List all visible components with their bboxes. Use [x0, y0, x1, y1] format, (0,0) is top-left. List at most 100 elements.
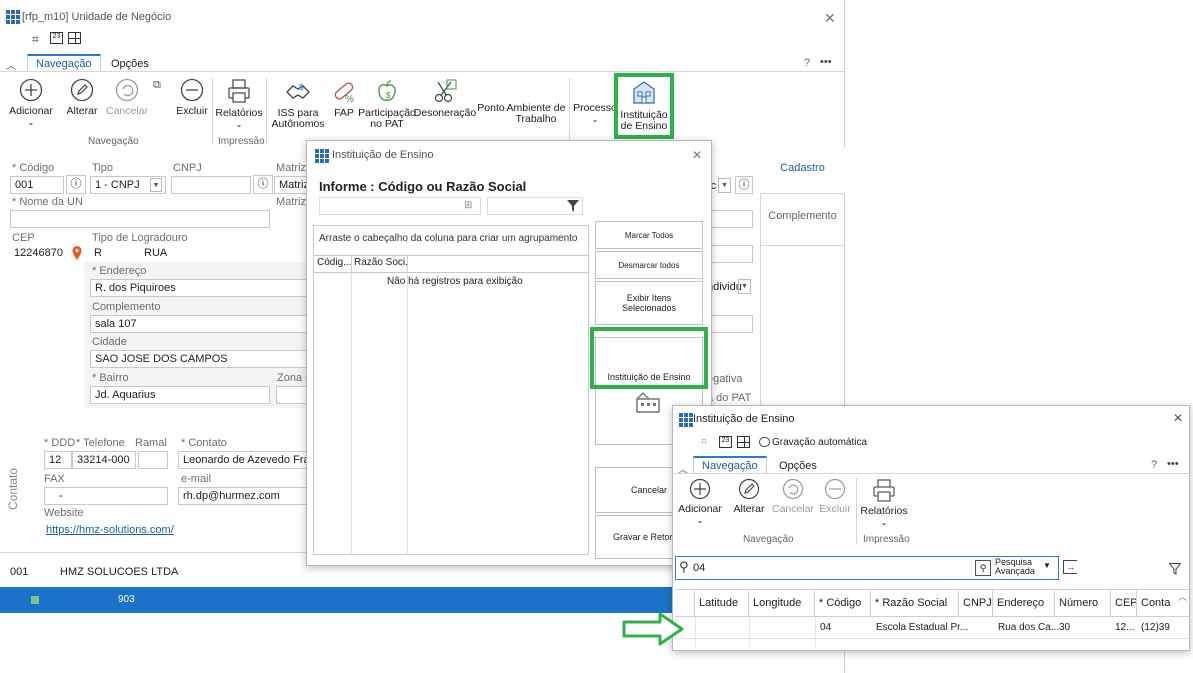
cancelar-button[interactable]: Cancelar — [104, 78, 150, 117]
more-icon[interactable]: ••• — [1167, 458, 1179, 470]
excluir-button[interactable]: Excluir — [815, 478, 855, 515]
autosave-label[interactable]: Gravação automática — [772, 437, 867, 448]
relatorios-button[interactable]: Relatórios ⌄ — [859, 478, 909, 528]
tab-opcoes[interactable]: Opções — [771, 458, 825, 474]
telefone-field[interactable]: 33214-000 — [72, 451, 136, 469]
column-latitude[interactable]: Latitude — [695, 589, 749, 617]
codigo-field[interactable]: 001 — [10, 176, 64, 194]
column-endereco[interactable]: Endereço — [993, 589, 1055, 617]
chevron-down-icon[interactable]: ▼ — [150, 178, 162, 192]
search-code-field[interactable] — [319, 197, 481, 215]
minus-circle-icon — [180, 78, 204, 102]
column-cep[interactable]: CEP — [1111, 589, 1137, 617]
info-icon[interactable]: ⓘ — [253, 175, 273, 194]
close-icon[interactable]: ✕ — [692, 148, 702, 162]
chevron-down-icon[interactable]: ▼ — [738, 279, 751, 294]
marcar-todos-button[interactable]: Marcar Todos — [595, 221, 703, 249]
calendar-icon[interactable]: 23 — [719, 436, 732, 448]
toggle-icon[interactable] — [759, 437, 770, 447]
location-pin-icon[interactable] — [72, 246, 82, 260]
column-contato[interactable]: Conta — [1137, 589, 1177, 617]
column-cnpj[interactable]: CNPJ — [959, 589, 993, 617]
nome-field[interactable] — [10, 210, 270, 228]
grid-row-name[interactable]: HMZ SOLUCOES LTDA — [60, 566, 178, 578]
adicionar-button[interactable]: Adicionar ⌄ — [677, 478, 723, 526]
ambiente-button[interactable]: Ambiente de Trabalho — [506, 103, 566, 125]
column-numero[interactable]: Número — [1055, 589, 1111, 617]
collapse-ribbon-icon[interactable]: ︿ — [6, 57, 16, 72]
undo-circle-icon — [782, 478, 804, 500]
fax-field[interactable]: - — [44, 487, 168, 505]
ponto-button[interactable]: Ponto — [476, 103, 506, 114]
tipo-logradouro-value[interactable]: RUA — [140, 245, 240, 263]
alterar-button[interactable]: Alterar — [729, 478, 769, 515]
exit-icon[interactable]: → — [1063, 560, 1077, 574]
tab-opcoes[interactable]: Opções — [103, 56, 157, 72]
pin-icon[interactable]: ⌗ — [32, 32, 39, 47]
cancelar-button[interactable]: Cancelar — [771, 478, 815, 515]
tab-navegacao[interactable]: Navegação — [693, 456, 767, 474]
tipo-logradouro-code[interactable]: R — [90, 245, 130, 263]
column-codigo[interactable]: Códig... — [315, 255, 352, 273]
desoneracao-button[interactable]: Desoneração — [414, 78, 476, 119]
filter-icon[interactable] — [567, 200, 579, 212]
excluir-button[interactable]: Excluir — [172, 78, 212, 117]
pin-icon[interactable]: ⌗ — [701, 436, 707, 449]
grid-row-code[interactable]: 001 — [10, 566, 28, 578]
grid-icon[interactable] — [737, 436, 750, 448]
fap-button[interactable]: % FAP — [328, 78, 360, 119]
search-input[interactable]: 04 — [693, 562, 705, 574]
column-razao-social[interactable]: * Razão Social — [871, 589, 959, 617]
bairro-field[interactable]: Jd. Aquarius — [90, 386, 270, 404]
calendar-icon[interactable]: 23 — [50, 32, 63, 44]
column-razao[interactable]: Razão Soci... — [352, 255, 408, 273]
small-add-icon[interactable]: ⧉ — [153, 79, 161, 92]
side-tab-complemento[interactable]: Complemento — [760, 194, 845, 246]
info-icon[interactable]: ⓘ — [735, 176, 753, 194]
advanced-search-icon[interactable]: ⚲ — [975, 560, 991, 576]
picker-icon[interactable]: ⊞ — [464, 200, 472, 211]
website-link[interactable]: https://hmz-solutions.com/ — [46, 524, 174, 536]
alterar-button[interactable]: Alterar — [62, 78, 102, 117]
processo-button[interactable]: Processo ⌄ — [572, 103, 618, 125]
column-codigo[interactable]: * Código — [815, 589, 871, 617]
help-icon[interactable]: ? — [804, 57, 810, 69]
partial-field[interactable] — [707, 210, 753, 228]
partial-field[interactable] — [707, 245, 753, 263]
close-icon[interactable]: ✕ — [824, 10, 836, 27]
iss-button[interactable]: $ ISS para Autônomos — [270, 78, 326, 130]
help-icon[interactable]: ? — [1151, 459, 1157, 471]
contato-field[interactable]: Leonardo de Azevedo Fran — [178, 451, 308, 469]
participacao-button[interactable]: $ Participação no PAT — [358, 78, 416, 130]
matriz-field[interactable]: Matriz — [274, 176, 310, 194]
close-icon[interactable]: ✕ — [1173, 411, 1183, 425]
scroll-up-icon[interactable]: ︿ — [1178, 590, 1187, 603]
cnpj-field[interactable] — [171, 176, 251, 194]
cep-field[interactable]: 12246870 — [10, 245, 68, 263]
chevron-down-icon[interactable]: ▼ — [718, 178, 731, 193]
zona-field[interactable] — [276, 386, 308, 404]
filter-icon[interactable] — [1169, 563, 1181, 575]
ramal-field[interactable] — [138, 451, 168, 469]
email-field[interactable]: rh.dp@hurmez.com — [178, 487, 308, 505]
column-longitude[interactable]: Longitude — [749, 589, 815, 617]
partial-field[interactable] — [707, 315, 753, 333]
grid-icon[interactable] — [68, 32, 81, 44]
desmarcar-todos-button[interactable]: Desmarcar todos — [595, 251, 703, 279]
tab-navegacao[interactable]: Navegação — [27, 54, 101, 72]
more-icon[interactable]: ••• — [820, 56, 832, 68]
participacao-label: Participação no PAT — [358, 107, 416, 130]
relatorios-button[interactable]: Relatórios ⌄ — [214, 78, 264, 130]
exibir-selecionados-button[interactable]: Exibir Itens Selecionados — [595, 281, 703, 325]
cnpj-label: CNPJ — [173, 162, 202, 174]
search-dropdown-icon[interactable]: ▼ — [1043, 561, 1051, 570]
info-icon[interactable]: ⓘ — [66, 175, 86, 194]
pesquisa-avancada-label[interactable]: Pesquisa Avançada — [995, 558, 1039, 576]
endereco-field[interactable]: R. dos Piquiroes — [90, 279, 308, 297]
ddd-field[interactable]: 12 — [44, 451, 72, 469]
table-row[interactable]: 04 Escola Estadual Pr... Rua dos Ca... 3… — [675, 617, 1189, 639]
side-tab-cadastro[interactable]: Cadastro — [760, 148, 845, 194]
complemento-field[interactable]: sala 107 — [90, 315, 308, 333]
cidade-field[interactable]: SAO JOSE DOS CAMPOS — [90, 350, 308, 368]
adicionar-button[interactable]: Adicionar ⌄ — [8, 78, 54, 128]
